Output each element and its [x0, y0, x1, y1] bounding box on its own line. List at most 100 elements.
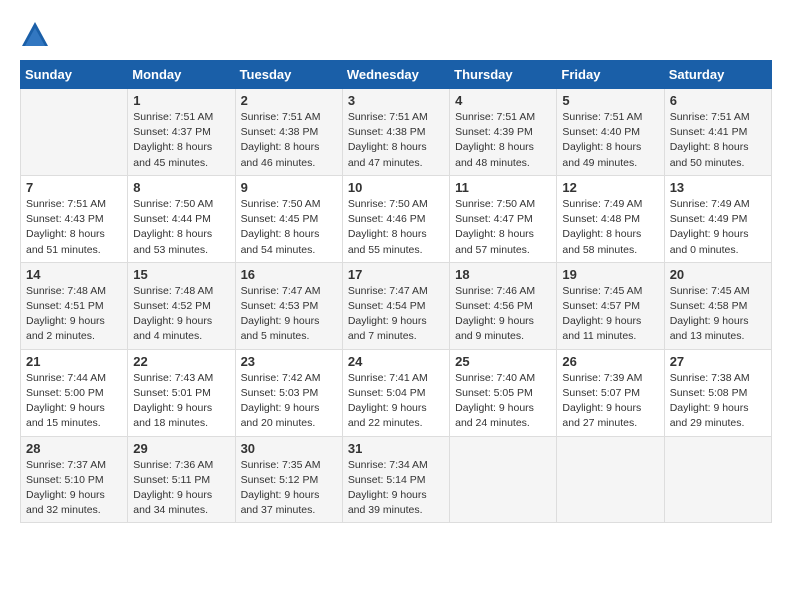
day-info: Sunrise: 7:35 AM Sunset: 5:12 PM Dayligh…: [241, 458, 337, 519]
calendar-cell: 4Sunrise: 7:51 AM Sunset: 4:39 PM Daylig…: [450, 89, 557, 176]
day-info: Sunrise: 7:36 AM Sunset: 5:11 PM Dayligh…: [133, 458, 229, 519]
calendar-body: 1Sunrise: 7:51 AM Sunset: 4:37 PM Daylig…: [21, 89, 772, 523]
day-number: 25: [455, 354, 551, 369]
day-number: 2: [241, 93, 337, 108]
day-number: 11: [455, 180, 551, 195]
calendar-cell: 14 Sunrise: 7:48 AM Sunset: 4:51 PM Dayli…: [21, 262, 128, 349]
calendar-week-row: 28 Sunrise: 7:37 AM Sunset: 5:10 PM Dayli…: [21, 436, 772, 523]
calendar-cell: 24 Sunrise: 7:41 AM Sunset: 5:04 PM Dayli…: [342, 349, 449, 436]
day-info: Sunrise: 7:44 AM Sunset: 5:00 PM Dayligh…: [26, 371, 122, 432]
day-number: 10: [348, 180, 444, 195]
day-number: 27: [670, 354, 766, 369]
day-info: Sunrise: 7:50 AM Sunset: 4:46 PM Dayligh…: [348, 197, 444, 258]
day-number: 8: [133, 180, 229, 195]
day-number: 22: [133, 354, 229, 369]
calendar-cell: 17Sunrise: 7:47 AM Sunset: 4:54 PM Dayli…: [342, 262, 449, 349]
day-number: 5: [562, 93, 658, 108]
day-number: 30: [241, 441, 337, 456]
calendar-cell: 28 Sunrise: 7:37 AM Sunset: 5:10 PM Dayli…: [21, 436, 128, 523]
header-cell-monday: Monday: [128, 61, 235, 89]
calendar-cell: 19 Sunrise: 7:45 AM Sunset: 4:57 PM Dayli…: [557, 262, 664, 349]
calendar-cell: [450, 436, 557, 523]
day-number: 3: [348, 93, 444, 108]
calendar-cell: 18Sunrise: 7:46 AM Sunset: 4:56 PM Dayli…: [450, 262, 557, 349]
day-number: 24: [348, 354, 444, 369]
calendar-week-row: 1Sunrise: 7:51 AM Sunset: 4:37 PM Daylig…: [21, 89, 772, 176]
day-info: Sunrise: 7:50 AM Sunset: 4:45 PM Dayligh…: [241, 197, 337, 258]
day-info: Sunrise: 7:47 AM Sunset: 4:54 PM Dayligh…: [348, 284, 444, 345]
day-info: Sunrise: 7:51 AM Sunset: 4:37 PM Dayligh…: [133, 110, 229, 171]
calendar-header: SundayMondayTuesdayWednesdayThursdayFrid…: [21, 61, 772, 89]
day-number: 6: [670, 93, 766, 108]
header-cell-friday: Friday: [557, 61, 664, 89]
calendar-cell: 11 Sunrise: 7:50 AM Sunset: 4:47 PM Dayli…: [450, 175, 557, 262]
day-number: 16: [241, 267, 337, 282]
day-number: 4: [455, 93, 551, 108]
day-info: Sunrise: 7:49 AM Sunset: 4:48 PM Dayligh…: [562, 197, 658, 258]
day-info: Sunrise: 7:50 AM Sunset: 4:47 PM Dayligh…: [455, 197, 551, 258]
calendar-cell: 31 Sunrise: 7:34 AM Sunset: 5:14 PM Dayli…: [342, 436, 449, 523]
calendar-cell: 26 Sunrise: 7:39 AM Sunset: 5:07 PM Dayli…: [557, 349, 664, 436]
day-info: Sunrise: 7:48 AM Sunset: 4:51 PM Dayligh…: [26, 284, 122, 345]
day-info: Sunrise: 7:51 AM Sunset: 4:41 PM Dayligh…: [670, 110, 766, 171]
header-cell-wednesday: Wednesday: [342, 61, 449, 89]
day-number: 23: [241, 354, 337, 369]
day-info: Sunrise: 7:45 AM Sunset: 4:57 PM Dayligh…: [562, 284, 658, 345]
day-number: 9: [241, 180, 337, 195]
day-number: 13: [670, 180, 766, 195]
calendar-cell: 3 Sunrise: 7:51 AM Sunset: 4:38 PM Daylig…: [342, 89, 449, 176]
day-info: Sunrise: 7:51 AM Sunset: 4:43 PM Dayligh…: [26, 197, 122, 258]
header-row: SundayMondayTuesdayWednesdayThursdayFrid…: [21, 61, 772, 89]
calendar-week-row: 21Sunrise: 7:44 AM Sunset: 5:00 PM Dayli…: [21, 349, 772, 436]
header-cell-sunday: Sunday: [21, 61, 128, 89]
day-info: Sunrise: 7:43 AM Sunset: 5:01 PM Dayligh…: [133, 371, 229, 432]
day-info: Sunrise: 7:51 AM Sunset: 4:40 PM Dayligh…: [562, 110, 658, 171]
logo-icon: [20, 20, 50, 50]
header-cell-tuesday: Tuesday: [235, 61, 342, 89]
day-number: 19: [562, 267, 658, 282]
calendar-table: SundayMondayTuesdayWednesdayThursdayFrid…: [20, 60, 772, 523]
day-number: 31: [348, 441, 444, 456]
day-number: 12: [562, 180, 658, 195]
day-number: 15: [133, 267, 229, 282]
calendar-cell: 30 Sunrise: 7:35 AM Sunset: 5:12 PM Dayli…: [235, 436, 342, 523]
calendar-cell: 27 Sunrise: 7:38 AM Sunset: 5:08 PM Dayli…: [664, 349, 771, 436]
day-number: 29: [133, 441, 229, 456]
calendar-cell: 12 Sunrise: 7:49 AM Sunset: 4:48 PM Dayli…: [557, 175, 664, 262]
day-number: 20: [670, 267, 766, 282]
header: [20, 20, 772, 50]
day-info: Sunrise: 7:51 AM Sunset: 4:38 PM Dayligh…: [348, 110, 444, 171]
day-info: Sunrise: 7:45 AM Sunset: 4:58 PM Dayligh…: [670, 284, 766, 345]
day-number: 28: [26, 441, 122, 456]
day-info: Sunrise: 7:37 AM Sunset: 5:10 PM Dayligh…: [26, 458, 122, 519]
day-number: 26: [562, 354, 658, 369]
day-info: Sunrise: 7:41 AM Sunset: 5:04 PM Dayligh…: [348, 371, 444, 432]
day-info: Sunrise: 7:49 AM Sunset: 4:49 PM Dayligh…: [670, 197, 766, 258]
calendar-cell: 7 Sunrise: 7:51 AM Sunset: 4:43 PM Daylig…: [21, 175, 128, 262]
header-cell-saturday: Saturday: [664, 61, 771, 89]
calendar-cell: 9 Sunrise: 7:50 AM Sunset: 4:45 PM Daylig…: [235, 175, 342, 262]
header-cell-thursday: Thursday: [450, 61, 557, 89]
day-number: 18: [455, 267, 551, 282]
calendar-cell: 25 Sunrise: 7:40 AM Sunset: 5:05 PM Dayli…: [450, 349, 557, 436]
day-info: Sunrise: 7:34 AM Sunset: 5:14 PM Dayligh…: [348, 458, 444, 519]
calendar-cell: 8Sunrise: 7:50 AM Sunset: 4:44 PM Daylig…: [128, 175, 235, 262]
day-info: Sunrise: 7:48 AM Sunset: 4:52 PM Dayligh…: [133, 284, 229, 345]
day-info: Sunrise: 7:51 AM Sunset: 4:38 PM Dayligh…: [241, 110, 337, 171]
calendar-cell: [664, 436, 771, 523]
calendar-cell: 10 Sunrise: 7:50 AM Sunset: 4:46 PM Dayli…: [342, 175, 449, 262]
calendar-cell: 5 Sunrise: 7:51 AM Sunset: 4:40 PM Daylig…: [557, 89, 664, 176]
day-number: 14: [26, 267, 122, 282]
calendar-cell: [21, 89, 128, 176]
calendar-week-row: 7 Sunrise: 7:51 AM Sunset: 4:43 PM Daylig…: [21, 175, 772, 262]
logo: [20, 20, 54, 50]
day-info: Sunrise: 7:40 AM Sunset: 5:05 PM Dayligh…: [455, 371, 551, 432]
calendar-cell: 21Sunrise: 7:44 AM Sunset: 5:00 PM Dayli…: [21, 349, 128, 436]
calendar-cell: 22 Sunrise: 7:43 AM Sunset: 5:01 PM Dayli…: [128, 349, 235, 436]
day-number: 7: [26, 180, 122, 195]
day-info: Sunrise: 7:39 AM Sunset: 5:07 PM Dayligh…: [562, 371, 658, 432]
day-info: Sunrise: 7:38 AM Sunset: 5:08 PM Dayligh…: [670, 371, 766, 432]
calendar-cell: 2 Sunrise: 7:51 AM Sunset: 4:38 PM Daylig…: [235, 89, 342, 176]
calendar-cell: 16Sunrise: 7:47 AM Sunset: 4:53 PM Dayli…: [235, 262, 342, 349]
calendar-cell: 6 Sunrise: 7:51 AM Sunset: 4:41 PM Daylig…: [664, 89, 771, 176]
